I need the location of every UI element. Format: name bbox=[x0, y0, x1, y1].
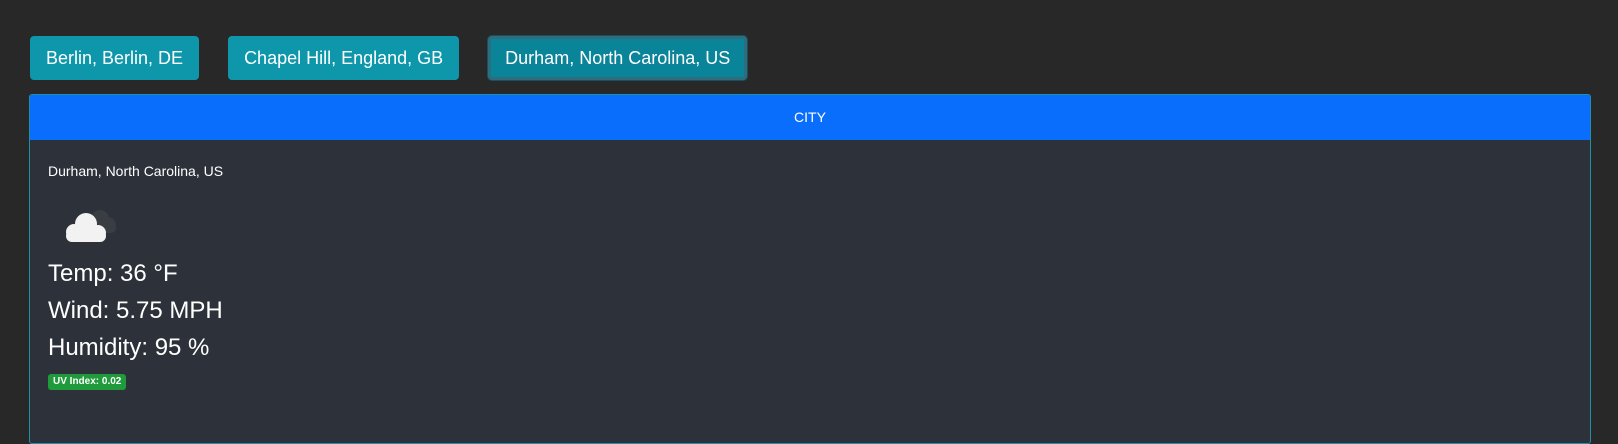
city-button-chapel-hill[interactable]: Chapel Hill, England, GB bbox=[228, 36, 460, 80]
weather-card: CITY Durham, North Carolina, US Temp: 36… bbox=[29, 94, 1591, 444]
city-button-durham[interactable]: Durham, North Carolina, US bbox=[488, 36, 748, 80]
humidity: Humidity: 95 % bbox=[48, 334, 210, 361]
temperature: Temp: 36 °F bbox=[48, 260, 178, 287]
city-button-group: Berlin, Berlin, DE Chapel Hill, England,… bbox=[30, 36, 748, 80]
uv-index-badge: UV Index: 0.02 bbox=[48, 374, 127, 390]
card-header: CITY bbox=[30, 95, 1590, 140]
wind-speed: Wind: 5.75 MPH bbox=[48, 297, 223, 324]
city-button-berlin[interactable]: Berlin, Berlin, DE bbox=[30, 36, 200, 80]
location-name: Durham, North Carolina, US bbox=[48, 163, 224, 179]
card-body: Durham, North Carolina, US Temp: 36 °F W… bbox=[30, 163, 1590, 390]
cloud-icon bbox=[48, 193, 128, 253]
